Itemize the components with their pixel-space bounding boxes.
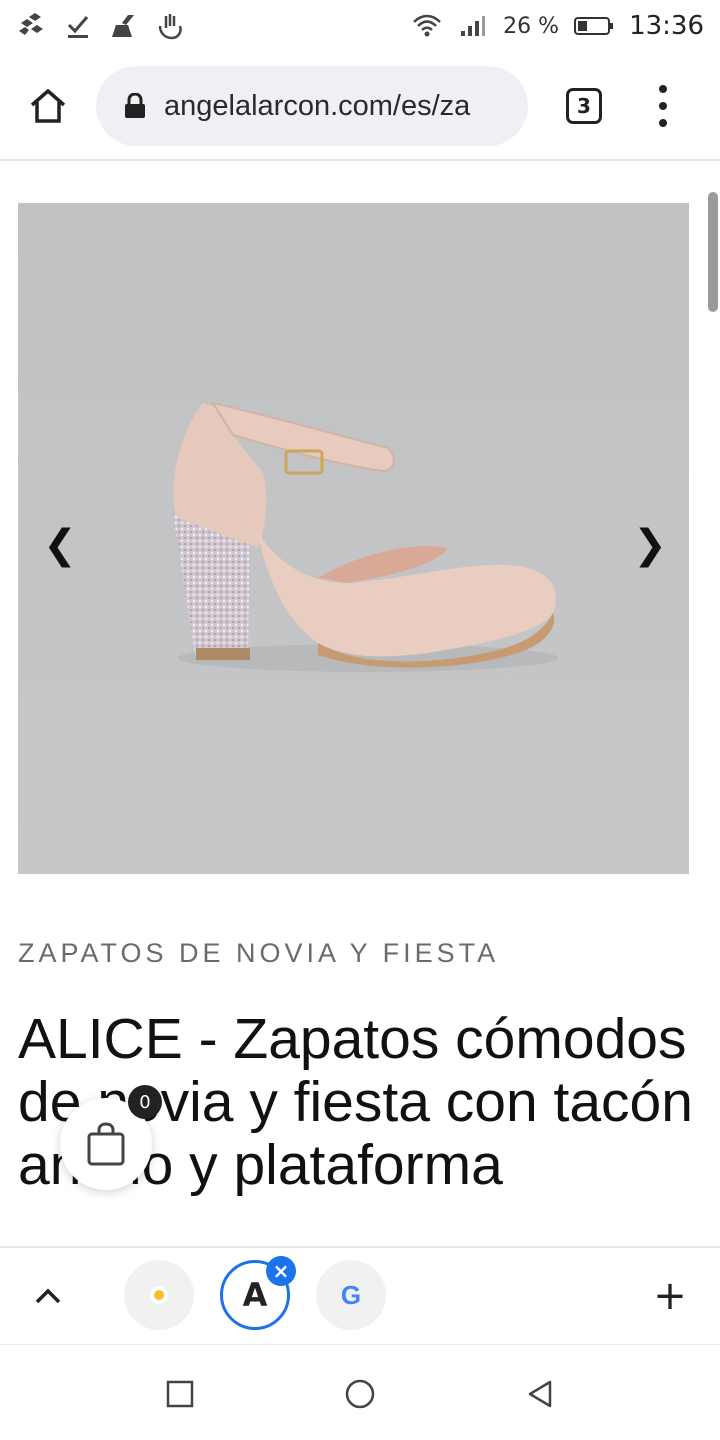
download-done-icon [62,10,94,42]
home-icon [30,89,66,123]
recents-icon [166,1380,194,1408]
battery-percent: 26 % [503,13,560,39]
address-bar[interactable]: angelalarcon.com/es/za [96,66,528,146]
status-bar-right: 26 % 13:36 [411,10,704,42]
signal-icon [457,10,489,42]
carousel-next-button[interactable]: ❯ [630,525,670,565]
back-icon [528,1380,552,1408]
battery-icon [573,10,615,42]
more-vert-icon[interactable] [650,80,676,132]
status-bar-left [16,10,186,42]
close-translate-button[interactable]: × [266,1256,296,1286]
carousel-prev-button[interactable]: ❮ [40,525,80,565]
add-icon[interactable]: + [648,1273,692,1319]
sun-icon[interactable] [124,1260,194,1330]
system-nav-bar [0,1344,720,1440]
clock: 13:36 [629,11,704,41]
toolbar-divider [0,159,720,161]
back-button[interactable] [523,1377,557,1411]
google-button[interactable]: G [316,1260,386,1330]
lock-icon [125,93,145,118]
gallery-icon [16,10,48,42]
url-text: angelalarcon.com/es/za [164,89,471,122]
page-scrollbar[interactable] [708,192,718,312]
recents-button[interactable] [163,1377,197,1411]
google-icon: G [340,1279,362,1310]
wifi-icon [411,10,443,42]
status-bar: 26 % 13:36 [0,0,720,52]
cart-count-badge: 0 [128,1085,162,1119]
shoe-image [18,203,689,874]
tab-switcher-button[interactable]: 3 [566,88,602,124]
home-nav-button[interactable] [343,1377,377,1411]
gesture-icon [154,10,186,42]
product-category[interactable]: ZAPATOS DE NOVIA Y FIESTA [18,938,499,969]
browser-toolbar: angelalarcon.com/es/za 3 [0,52,720,160]
home-circle-icon [345,1379,375,1409]
cleaner-icon [108,10,140,42]
shopping-bag-icon [87,1122,125,1166]
bottom-toolbar: A × G + [0,1248,720,1344]
translate-icon: A [242,1276,268,1314]
home-button[interactable] [26,84,70,128]
product-image[interactable]: ❮ ❯ [18,203,689,874]
chevron-up-icon[interactable] [28,1276,68,1316]
